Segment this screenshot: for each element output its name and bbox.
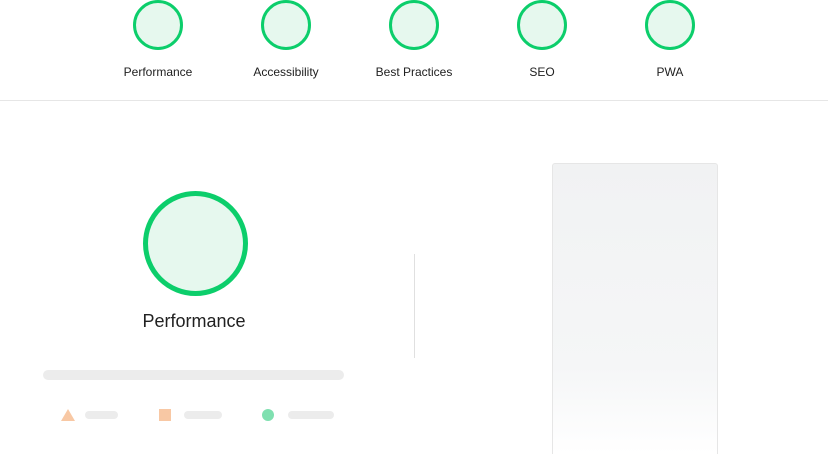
- header-divider: [0, 100, 828, 101]
- section-divider: [414, 254, 415, 358]
- performance-gauge-icon: [133, 0, 183, 50]
- accessibility-gauge-icon: [261, 0, 311, 50]
- category-label: Performance: [123, 65, 193, 79]
- category-accessibility[interactable]: Accessibility: [226, 0, 346, 79]
- best-practices-gauge-icon: [389, 0, 439, 50]
- legend-item-fail: [61, 408, 121, 422]
- circle-icon: [262, 409, 274, 421]
- triangle-icon: [61, 409, 75, 421]
- pwa-gauge-icon: [645, 0, 695, 50]
- lighthouse-report: Performance Accessibility Best Practices…: [0, 0, 828, 473]
- metric-scale-bar: [43, 370, 344, 380]
- category-best-practices[interactable]: Best Practices: [354, 0, 474, 79]
- performance-score-gauge: [143, 191, 248, 296]
- category-pwa[interactable]: PWA: [610, 0, 730, 79]
- category-label: SEO: [529, 65, 555, 79]
- category-seo[interactable]: SEO: [482, 0, 602, 79]
- category-performance[interactable]: Performance: [98, 0, 218, 79]
- legend-label-placeholder: [184, 411, 222, 419]
- category-label: Accessibility: [253, 65, 319, 79]
- legend-label-placeholder: [85, 411, 118, 419]
- performance-title: Performance: [142, 311, 246, 331]
- page-screenshot-placeholder: [552, 163, 718, 454]
- category-label: Best Practices: [375, 65, 453, 79]
- legend-label-placeholder: [288, 411, 334, 419]
- category-gauge-row: Performance Accessibility Best Practices…: [0, 0, 828, 100]
- legend-item-average: [159, 408, 229, 422]
- seo-gauge-icon: [517, 0, 567, 50]
- legend-item-pass: [262, 408, 342, 422]
- square-icon: [159, 409, 171, 421]
- category-label: PWA: [656, 65, 684, 79]
